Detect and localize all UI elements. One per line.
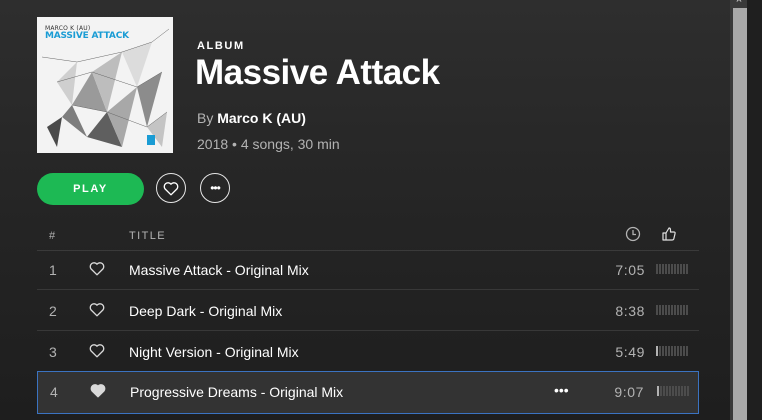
popularity-segment [686,305,688,315]
track-duration: 7:05 [615,262,645,278]
popularity-segment [662,346,664,356]
popularity-segment [657,386,659,396]
popularity-segment [663,386,665,396]
popularity-bar [656,264,688,274]
popularity-segment [674,264,676,274]
track-number: 4 [50,384,58,400]
popularity-segment [680,346,682,356]
track-title[interactable]: Progressive Dreams - Original Mix [130,384,343,400]
album-type-label: ALBUM [197,40,245,52]
popularity-segment [675,386,677,396]
popularity-segment [671,305,673,315]
popularity-segment [687,386,689,396]
artist-link[interactable]: Marco K (AU) [217,110,306,126]
heart-icon[interactable] [90,383,106,399]
track-duration: 8:38 [615,303,645,319]
scroll-up-icon[interactable]: × [730,0,748,6]
track-number: 3 [49,344,57,360]
track-list-header: # TITLE [37,226,699,251]
popularity-segment [656,305,658,315]
track-title[interactable]: Night Version - Original Mix [129,344,299,360]
popularity-bar [657,386,689,396]
cover-title-text: MASSIVE ATTACK [45,31,129,41]
more-options-button[interactable]: ••• [200,173,230,203]
popularity-segment [677,305,679,315]
popularity-segment [677,346,679,356]
more-icon: ••• [210,181,221,195]
popularity-segment [680,305,682,315]
album-cover[interactable]: MARCO K (AU) MASSIVE ATTACK [37,17,173,153]
popularity-segment [656,264,658,274]
save-to-library-button[interactable] [156,173,186,203]
heart-icon[interactable] [89,302,105,318]
popularity-segment [686,264,688,274]
popularity-segment [668,346,670,356]
track-more-button[interactable]: ••• [554,382,569,398]
popularity-segment [683,346,685,356]
track-title[interactable]: Deep Dark - Original Mix [129,303,282,319]
popularity-segment [672,386,674,396]
popularity-segment [669,386,671,396]
scrollbar[interactable]: × [730,0,762,420]
popularity-segment [662,305,664,315]
popularity-segment [684,386,686,396]
byline-prefix: By [197,110,214,126]
popularity-segment [674,346,676,356]
popularity-segment [665,305,667,315]
popularity-segment [660,386,662,396]
track-duration: 9:07 [614,384,644,400]
popularity-segment [668,264,670,274]
popularity-segment [671,346,673,356]
popularity-segment [674,305,676,315]
popularity-segment [681,386,683,396]
album-title: Massive Attack [195,53,440,92]
popularity-segment [677,264,679,274]
popularity-segment [659,264,661,274]
play-button[interactable]: PLAY [37,173,144,205]
popularity-segment [668,305,670,315]
scroll-gutter [747,0,762,420]
heart-icon[interactable] [89,343,105,359]
track-number: 1 [49,262,57,278]
track-row[interactable]: 3 Night Version - Original Mix 5:49 [37,332,699,372]
popularity-segment [665,264,667,274]
popularity-segment [680,264,682,274]
popularity-segment [662,264,664,274]
header-title[interactable]: TITLE [129,230,166,242]
track-row[interactable]: 4 Progressive Dreams - Original Mix ••• 9:0… [37,371,699,414]
header-number: # [49,230,57,242]
popularity-segment [683,264,685,274]
popularity-segment [659,346,661,356]
track-number: 2 [49,303,57,319]
popularity-segment [656,346,658,356]
popularity-segment [666,386,668,396]
album-meta: 2018 • 4 songs, 30 min [197,136,340,152]
heart-icon[interactable] [89,261,105,277]
popularity-segment [678,386,680,396]
clock-icon[interactable] [625,226,641,245]
popularity-segment [671,264,673,274]
popularity-segment [683,305,685,315]
heart-icon [163,181,179,195]
popularity-segment [659,305,661,315]
track-duration: 5:49 [615,344,645,360]
track-title[interactable]: Massive Attack - Original Mix [129,262,309,278]
track-row[interactable]: 1 Massive Attack - Original Mix 7:05 [37,250,699,290]
thumbs-up-icon[interactable] [661,226,677,245]
popularity-bar [656,305,688,315]
popularity-bar [656,346,688,356]
popularity-segment [686,346,688,356]
scroll-thumb[interactable] [733,8,747,420]
popularity-segment [665,346,667,356]
byline: By Marco K (AU) [197,110,306,126]
track-row[interactable]: 2 Deep Dark - Original Mix 8:38 [37,291,699,331]
